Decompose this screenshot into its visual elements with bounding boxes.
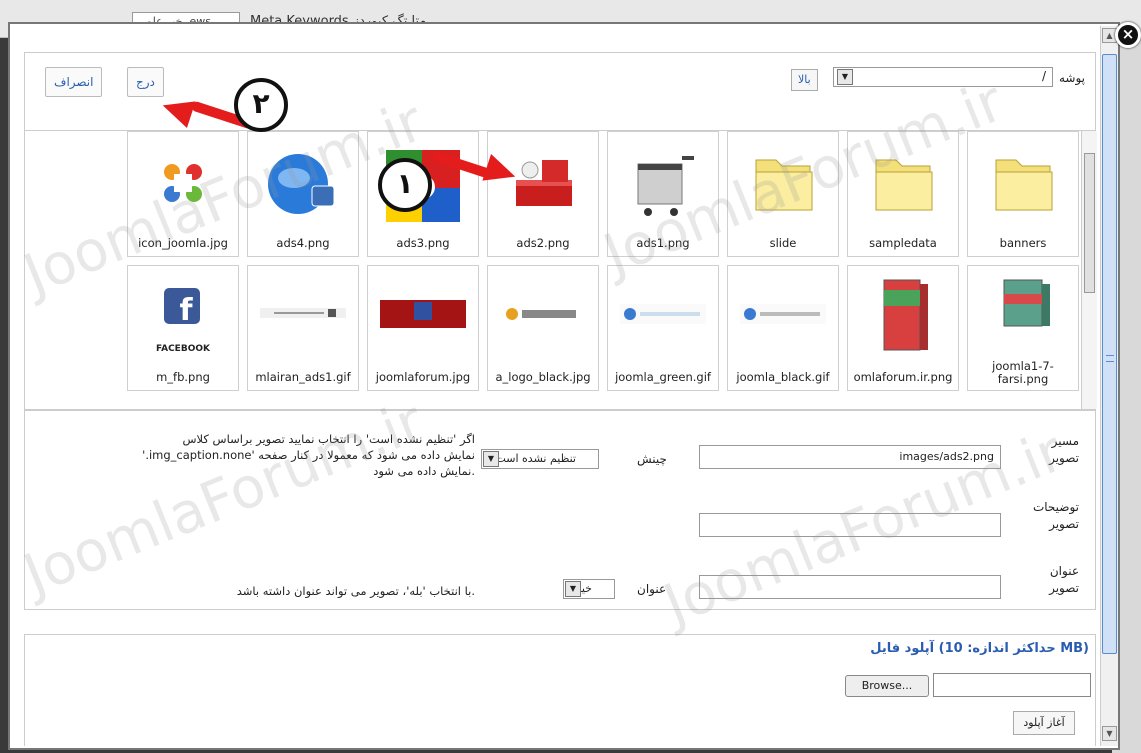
folder-label: پوشه <box>1058 71 1085 85</box>
facebook-icon: f FACEBOOK <box>134 274 232 360</box>
joomla-banner-icon <box>614 274 712 360</box>
annotation-badge-2: ٢ <box>234 78 288 132</box>
image-manager-modal: پوشه / ▼ بالا درج انصراف banners sampled… <box>8 22 1120 750</box>
file-tile-joomla1-7-farsi[interactable]: joomla1-7- farsi.png <box>967 265 1079 391</box>
file-caption: mlairan_ads1.gif <box>255 371 351 384</box>
joomla-logo-icon <box>134 140 232 226</box>
file-caption: joomla_green.gif <box>615 371 711 384</box>
file-caption: joomla_black.gif <box>736 371 830 384</box>
facebook-label: FACEBOOK <box>156 344 210 354</box>
file-caption: ads2.png <box>516 237 570 250</box>
file-tile-icon-joomla[interactable]: icon_joomla.jpg <box>127 131 239 257</box>
file-tile-joomla-green[interactable]: joomla_green.gif <box>607 265 719 391</box>
upload-section: آپلود فایل (حداکثر اندازه: 10 MB) Browse… <box>24 634 1096 746</box>
folder-icon <box>854 140 952 226</box>
align-dropdown-icon[interactable]: ▼ <box>483 451 499 467</box>
file-caption: ads1.png <box>636 237 690 250</box>
banner-image-icon <box>374 274 472 360</box>
file-caption-line-2: farsi.png <box>997 372 1049 386</box>
image-path-label: مسیر تصویر <box>1049 434 1079 465</box>
scroll-down-icon[interactable]: ▼ <box>1102 726 1117 741</box>
image-description-input[interactable] <box>699 513 1001 537</box>
svg-text:f: f <box>179 293 193 328</box>
globe-icon <box>254 140 352 226</box>
shopping-cart-icon <box>614 140 712 226</box>
image-description-label: توضیحات تصویر <box>1032 500 1079 531</box>
folder-dropdown-icon[interactable]: ▼ <box>837 69 853 85</box>
file-tile-joomla-black[interactable]: joomla_black.gif <box>727 265 839 391</box>
file-caption: ads3.png <box>396 237 450 250</box>
modal-scrollbar[interactable]: ▲ ▼ <box>1100 26 1118 746</box>
browse-button[interactable]: Browse... <box>845 675 929 697</box>
file-caption: slide <box>769 237 797 250</box>
file-tile-sampledata[interactable]: sampledata <box>847 131 959 257</box>
file-tile-m-fb[interactable]: f FACEBOOK m_fb.png <box>127 265 239 391</box>
upload-file-input[interactable] <box>933 673 1091 697</box>
image-path-input[interactable]: images/ads2.png <box>699 445 1001 469</box>
insert-button[interactable]: درج <box>127 67 164 97</box>
joomla-banner-icon <box>734 274 832 360</box>
image-details-form: مسیر تصویر images/ads2.png چینش تنظیم نشد… <box>24 410 1096 610</box>
grid-scroll-thumb[interactable] <box>1084 153 1095 293</box>
grid-scrollbar[interactable] <box>1081 131 1097 409</box>
start-upload-button[interactable]: آغاز آپلود <box>1013 711 1075 735</box>
align-label: چینش <box>637 452 667 466</box>
close-icon[interactable]: × <box>1115 22 1141 48</box>
file-tile-ads4[interactable]: ads4.png <box>247 131 359 257</box>
file-tile-ads1[interactable]: ads1.png <box>607 131 719 257</box>
modal-content: پوشه / ▼ بالا درج انصراف banners sampled… <box>12 26 1100 746</box>
software-box-icon <box>974 274 1072 360</box>
image-title-input[interactable] <box>699 575 1001 599</box>
file-tile-joomlaforum-ir[interactable]: omlaforum.ir.png <box>847 265 959 391</box>
file-caption: banners <box>999 237 1047 250</box>
joomla-banner-icon <box>494 274 592 360</box>
folder-select[interactable]: / <box>833 67 1053 87</box>
caption-note: با انتخاب 'بله'، تصویر می تواند عنوان دا… <box>236 584 475 598</box>
file-caption: omlaforum.ir.png <box>853 371 953 384</box>
file-tile-joomlaforum[interactable]: joomlaforum.jpg <box>367 265 479 391</box>
upload-title: آپلود فایل (حداکثر اندازه: 10 MB) <box>870 641 1089 656</box>
file-caption: joomlaforum.jpg <box>375 371 471 384</box>
file-browser-grid: banners sampledata slide ads1.png ads2.p… <box>24 130 1097 410</box>
file-tile-ads2[interactable]: ads2.png <box>487 131 599 257</box>
file-caption: a_logo_black.jpg <box>495 371 591 384</box>
caption-label: عنوان <box>637 582 667 596</box>
modal-scroll-thumb[interactable] <box>1102 54 1117 654</box>
software-box-icon <box>854 274 952 360</box>
file-tile-joomlairan-ads1[interactable]: mlairan_ads1.gif <box>247 265 359 391</box>
file-caption: icon_joomla.jpg <box>138 237 228 250</box>
caption-dropdown-icon[interactable]: ▼ <box>565 581 581 597</box>
file-tile-joomla-logo-black[interactable]: a_logo_black.jpg <box>487 265 599 391</box>
annotation-badge-1: ١ <box>378 158 432 212</box>
image-title-label: عنوان تصویر <box>1049 564 1079 595</box>
up-button[interactable]: بالا <box>791 69 818 91</box>
folder-icon <box>974 140 1072 226</box>
file-tile-slide[interactable]: slide <box>727 131 839 257</box>
file-tile-banners[interactable]: banners <box>967 131 1079 257</box>
file-caption: ads4.png <box>276 237 330 250</box>
cancel-button[interactable]: انصراف <box>45 67 103 97</box>
file-caption: m_fb.png <box>156 371 210 384</box>
folder-icon <box>734 140 832 226</box>
file-caption: joomla1-7- farsi.png <box>968 360 1078 386</box>
file-caption: sampledata <box>869 237 937 250</box>
align-note: اگر 'تنظیم نشده است' را انتخاب نمایید تص… <box>142 432 475 478</box>
banner-image-icon <box>254 274 352 360</box>
